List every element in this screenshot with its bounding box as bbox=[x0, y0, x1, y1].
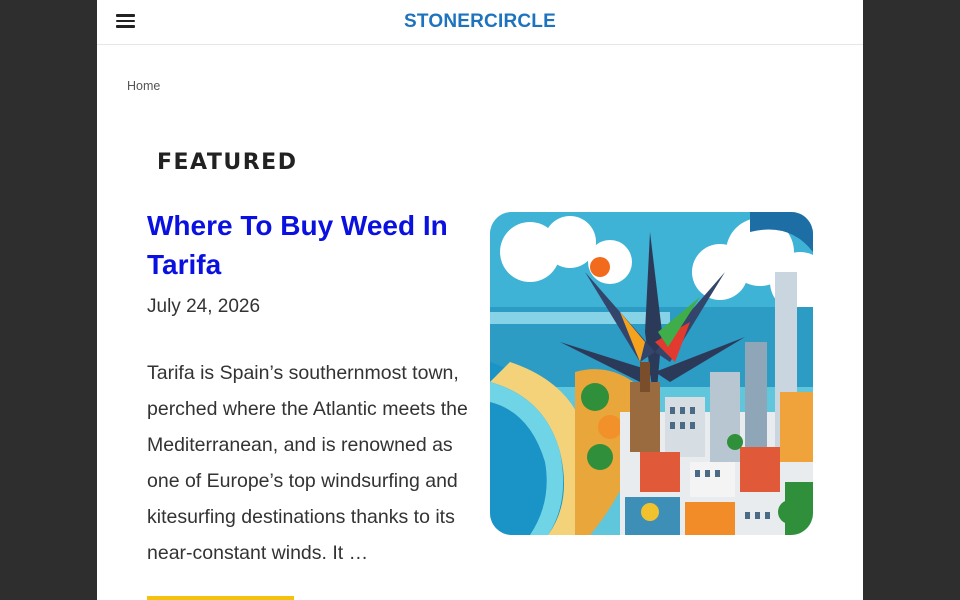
page-container: STONERCIRCLE Home FEATURED Where To Buy … bbox=[97, 0, 863, 600]
read-more-button[interactable] bbox=[147, 596, 294, 600]
site-title-link[interactable]: STONERCIRCLE bbox=[97, 11, 863, 33]
site-header: STONERCIRCLE bbox=[97, 0, 863, 45]
post-thumbnail-image[interactable] bbox=[490, 212, 813, 535]
post-date: July 24, 2026 bbox=[147, 296, 261, 317]
post-title-link[interactable]: Where To Buy Weed In Tarifa bbox=[147, 206, 477, 284]
breadcrumb-home[interactable]: Home bbox=[127, 79, 160, 93]
section-heading: FEATURED bbox=[157, 150, 298, 175]
post-excerpt: Tarifa is Spain’s southernmost town, per… bbox=[147, 362, 468, 564]
